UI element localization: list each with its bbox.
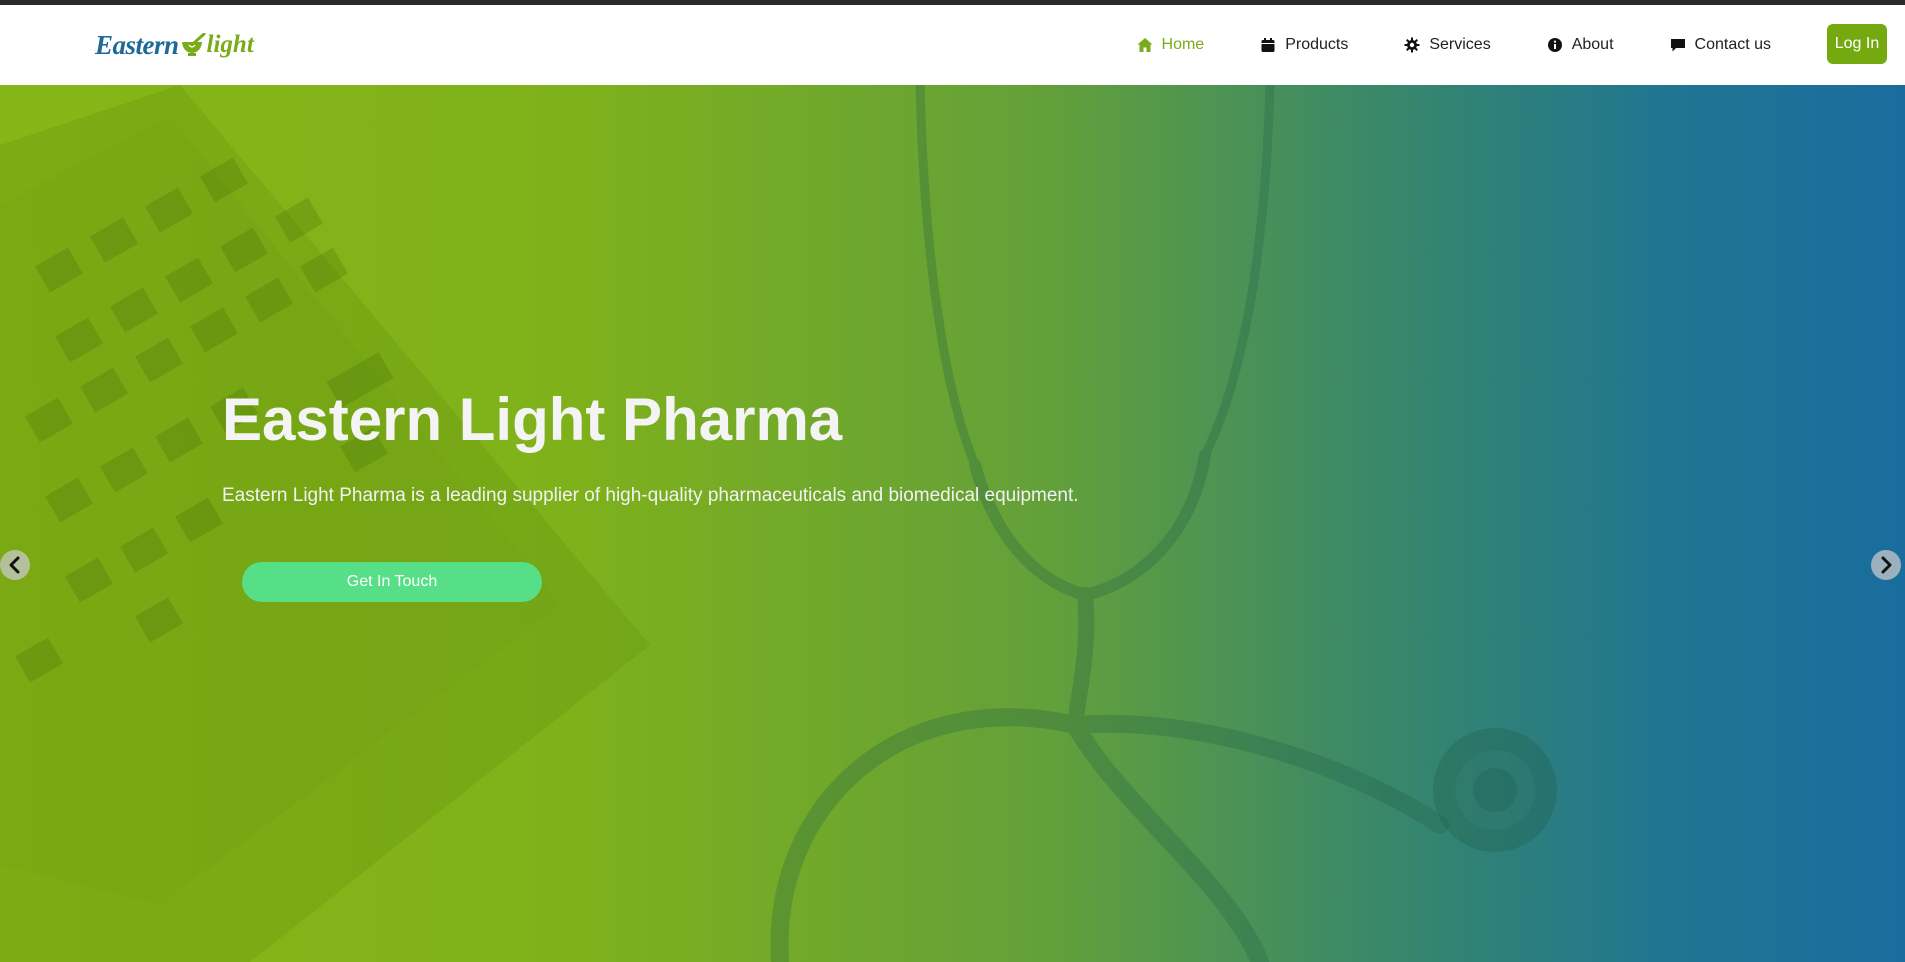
hero-background-image	[0, 85, 1557, 962]
logo[interactable]: Eastern light	[95, 25, 254, 65]
nav-label-products: Products	[1285, 36, 1349, 53]
logo-word-light: light	[206, 31, 254, 58]
carousel-next-button[interactable]	[1871, 550, 1901, 580]
nav-item-services[interactable]: Services	[1404, 36, 1491, 54]
nav-item-contact[interactable]: Contact us	[1670, 36, 1771, 54]
nav-item-products[interactable]: Products	[1260, 36, 1348, 54]
chat-icon	[1670, 37, 1686, 53]
navbar: Eastern light Home Products Services Abo…	[0, 5, 1905, 85]
hero-subtitle: Eastern Light Pharma is a leading suppli…	[222, 485, 1079, 506]
nav-item-home[interactable]: Home	[1137, 36, 1205, 54]
nav-label-services: Services	[1429, 36, 1491, 53]
home-icon	[1137, 37, 1153, 53]
get-in-touch-button[interactable]: Get In Touch	[242, 562, 542, 602]
chevron-right-icon	[1881, 556, 1892, 574]
hero-title: Eastern Light Pharma	[222, 386, 843, 453]
chevron-left-icon	[9, 556, 20, 574]
nav-label-contact: Contact us	[1694, 36, 1771, 53]
login-button[interactable]: Log In	[1827, 24, 1887, 64]
main-nav: Home Products Services About Contact us	[1137, 5, 1771, 85]
nav-label-home: Home	[1161, 36, 1205, 53]
logo-word-eastern: Eastern	[95, 29, 179, 60]
carousel-prev-button[interactable]	[0, 550, 30, 580]
mortar-pestle-icon	[180, 32, 206, 57]
nav-label-about: About	[1571, 36, 1614, 53]
hero-slider: Eastern Light Pharma Eastern Light Pharm…	[0, 85, 1905, 962]
calendar-icon	[1260, 37, 1276, 53]
gear-icon	[1404, 37, 1420, 53]
info-icon	[1547, 37, 1563, 53]
nav-item-about[interactable]: About	[1547, 36, 1614, 54]
